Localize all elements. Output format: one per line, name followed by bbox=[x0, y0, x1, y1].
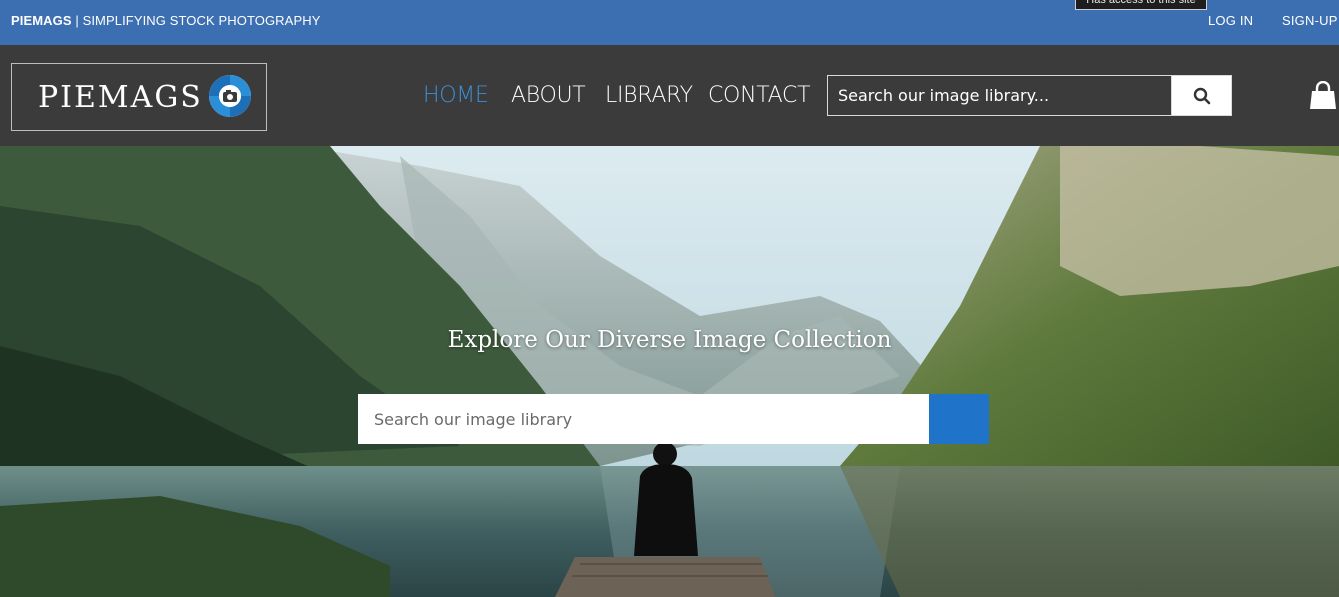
nav-library[interactable]: LIBRARY bbox=[605, 83, 693, 108]
brand-tagline: SIMPLIFYING STOCK PHOTOGRAPHY bbox=[82, 13, 321, 28]
site-tagline: PIEMAGS | SIMPLIFYING STOCK PHOTOGRAPHY bbox=[11, 13, 320, 28]
search-icon bbox=[1193, 87, 1210, 104]
hero-title: Explore Our Diverse Image Collection bbox=[447, 327, 892, 353]
site-logo[interactable]: PIEMAGS bbox=[11, 63, 267, 131]
login-link[interactable]: LOG IN bbox=[1208, 13, 1253, 28]
nav-about[interactable]: ABOUT bbox=[511, 83, 586, 108]
shopping-bag-icon[interactable] bbox=[1309, 81, 1337, 111]
top-bar: PIEMAGS | SIMPLIFYING STOCK PHOTOGRAPHY … bbox=[0, 0, 1339, 45]
header-search-button[interactable] bbox=[1171, 75, 1232, 116]
hero-landscape-image bbox=[0, 146, 1339, 597]
hero-search-button[interactable] bbox=[929, 394, 989, 444]
signup-link[interactable]: SIGN-UP bbox=[1282, 13, 1338, 28]
brand-name: PIEMAGS bbox=[11, 13, 72, 28]
brand-separator: | bbox=[71, 13, 83, 28]
nav-contact[interactable]: CONTACT bbox=[708, 83, 811, 108]
access-tooltip: Has access to this site bbox=[1075, 0, 1207, 10]
camera-aperture-icon bbox=[209, 75, 251, 117]
header-search-input[interactable] bbox=[827, 75, 1172, 116]
hero-search-input[interactable] bbox=[358, 394, 930, 444]
logo-text: PIEMAGS bbox=[38, 80, 203, 115]
hero-banner: Explore Our Diverse Image Collection bbox=[0, 146, 1339, 597]
nav-home[interactable]: HOME bbox=[423, 83, 489, 108]
main-header: PIEMAGS HOME ABOUT LIBRARY CONTACT bbox=[0, 45, 1339, 146]
